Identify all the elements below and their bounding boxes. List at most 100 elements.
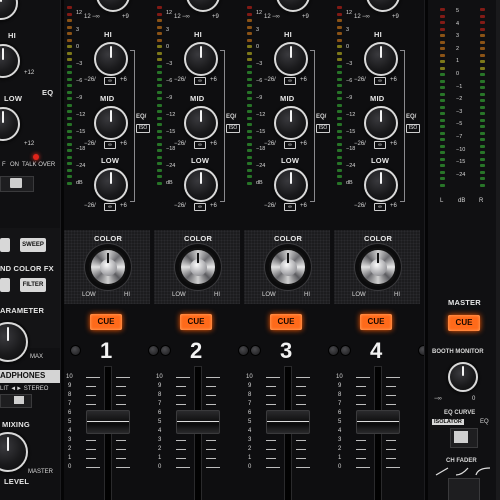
- eq-mid-iso-mark: ∞: [194, 141, 206, 149]
- meter-segment: [67, 142, 72, 146]
- left-low-label: LOW: [4, 94, 23, 103]
- fader-tick: [386, 395, 396, 396]
- eq-low-knob[interactable]: [184, 168, 218, 202]
- booth-monitor-knob[interactable]: [448, 362, 478, 392]
- color-knob[interactable]: [179, 248, 217, 286]
- meter-segment: [247, 32, 252, 35]
- eq-hi-knob[interactable]: [274, 42, 308, 76]
- channel-fader-cap[interactable]: [266, 410, 310, 434]
- fader-scale-label: 1: [248, 455, 252, 461]
- master-meter-r-segment: [480, 170, 485, 174]
- fx-button-top-left[interactable]: [0, 238, 10, 252]
- fader-tick: [206, 377, 220, 378]
- meter-scale-label: −9: [256, 95, 263, 101]
- channel-level-meter: [67, 6, 72, 196]
- master-cue-button[interactable]: CUE: [448, 315, 480, 331]
- color-knob[interactable]: [359, 248, 397, 286]
- channel-fader-cap[interactable]: [356, 410, 400, 434]
- eq-hi-knob[interactable]: [184, 42, 218, 76]
- meter-segment: [337, 32, 342, 35]
- trim-knob[interactable]: [96, 0, 130, 12]
- eq-mid-knob[interactable]: [364, 106, 398, 140]
- fader-tick: [296, 377, 310, 378]
- screw: [160, 345, 171, 356]
- cue-button[interactable]: CUE: [180, 314, 212, 330]
- meter-segment: [337, 6, 342, 9]
- fader-tick: [86, 467, 100, 468]
- trim-knob[interactable]: [276, 0, 310, 12]
- fader-scale-label: 3: [338, 437, 342, 443]
- fader-tick: [296, 458, 306, 459]
- fader-scale-label: 10: [246, 374, 253, 380]
- channel-fader-cap[interactable]: [86, 410, 130, 434]
- filter-button[interactable]: FILTER: [20, 278, 46, 292]
- eq-low-knob[interactable]: [94, 168, 128, 202]
- eq-knob-partial-top[interactable]: [0, 0, 18, 20]
- split-stereo-label: LIT ◄► STEREO: [0, 386, 49, 392]
- meter-scale-label: 12: [166, 10, 173, 16]
- meter-segment: [67, 32, 72, 35]
- eq-hi-knob[interactable]: [94, 42, 128, 76]
- eq-mid-knob[interactable]: [94, 106, 128, 140]
- eq-mid-knob[interactable]: [184, 106, 218, 140]
- eq-mid-knob[interactable]: [274, 106, 308, 140]
- ch-fader-curve-switch[interactable]: [448, 478, 480, 500]
- cue-button[interactable]: CUE: [270, 314, 302, 330]
- hi-knob-left[interactable]: [0, 44, 20, 78]
- eq-iso-label-top: EQ/: [316, 114, 327, 120]
- low-knob-left[interactable]: [0, 107, 20, 141]
- cue-button[interactable]: CUE: [90, 314, 122, 330]
- master-meter-l-segment: [440, 8, 445, 11]
- fader-scale-label: 1: [158, 455, 162, 461]
- color-knob[interactable]: [269, 248, 307, 286]
- sweep-button[interactable]: SWEEP: [20, 238, 46, 252]
- meter-scale-label: 3: [166, 27, 170, 33]
- meter-scale-label: −15: [76, 129, 86, 135]
- meter-segment: [157, 181, 162, 185]
- meter-scale-label: −15: [256, 129, 266, 135]
- fader-scale-label: 9: [68, 383, 72, 389]
- eq-iso-label-bottom: ISO: [406, 124, 420, 133]
- eq-mid-max: +6: [390, 141, 397, 147]
- eq-low-min: −26/: [264, 203, 276, 209]
- fader-scale-label: 6: [338, 410, 342, 416]
- eq-mid-max: +6: [210, 141, 217, 147]
- fx-button-bottom-left[interactable]: [0, 278, 10, 292]
- master-meter-foot-db: dB: [458, 198, 466, 204]
- meter-scale-label: 0: [166, 44, 170, 50]
- meter-segment: [247, 123, 252, 126]
- screw: [238, 345, 249, 356]
- left-eq-label: EQ: [42, 88, 54, 97]
- eq-low-knob[interactable]: [364, 168, 398, 202]
- master-meter-l-segment: [440, 118, 445, 122]
- master-meter-scale-label: −7: [456, 134, 463, 140]
- meter-segment: [67, 168, 72, 172]
- fader-scale-label: 9: [338, 383, 342, 389]
- mixing-knob[interactable]: [0, 432, 28, 472]
- trim-knob[interactable]: [186, 0, 220, 12]
- meter-segment: [337, 77, 342, 81]
- fader-tick: [176, 386, 186, 387]
- fader-tick: [356, 449, 366, 450]
- master-meter-r-segment: [480, 112, 485, 115]
- eq-hi-knob[interactable]: [364, 42, 398, 76]
- screw: [328, 345, 339, 356]
- trim-knob[interactable]: [366, 0, 400, 12]
- fader-tick: [296, 386, 306, 387]
- meter-segment: [247, 136, 252, 139]
- eq-low-label: LOW: [191, 156, 210, 165]
- meter-segment: [337, 90, 342, 94]
- eq-bracket: [310, 50, 315, 202]
- fader-tick: [296, 440, 306, 441]
- screw: [340, 345, 351, 356]
- eq-bracket: [400, 50, 405, 202]
- trim-scale-twelve: 12: [84, 14, 91, 20]
- meter-segment: [247, 103, 252, 107]
- master-level-meter: 5 4 3 2 1 0 −1 −2 −3 −5 −7 −10 −15 −24: [428, 0, 500, 200]
- cue-button[interactable]: CUE: [360, 314, 392, 330]
- eq-low-knob[interactable]: [274, 168, 308, 202]
- fader-tick: [86, 404, 96, 405]
- color-knob[interactable]: [89, 248, 127, 286]
- fader-tick: [386, 440, 396, 441]
- channel-fader-cap[interactable]: [176, 410, 220, 434]
